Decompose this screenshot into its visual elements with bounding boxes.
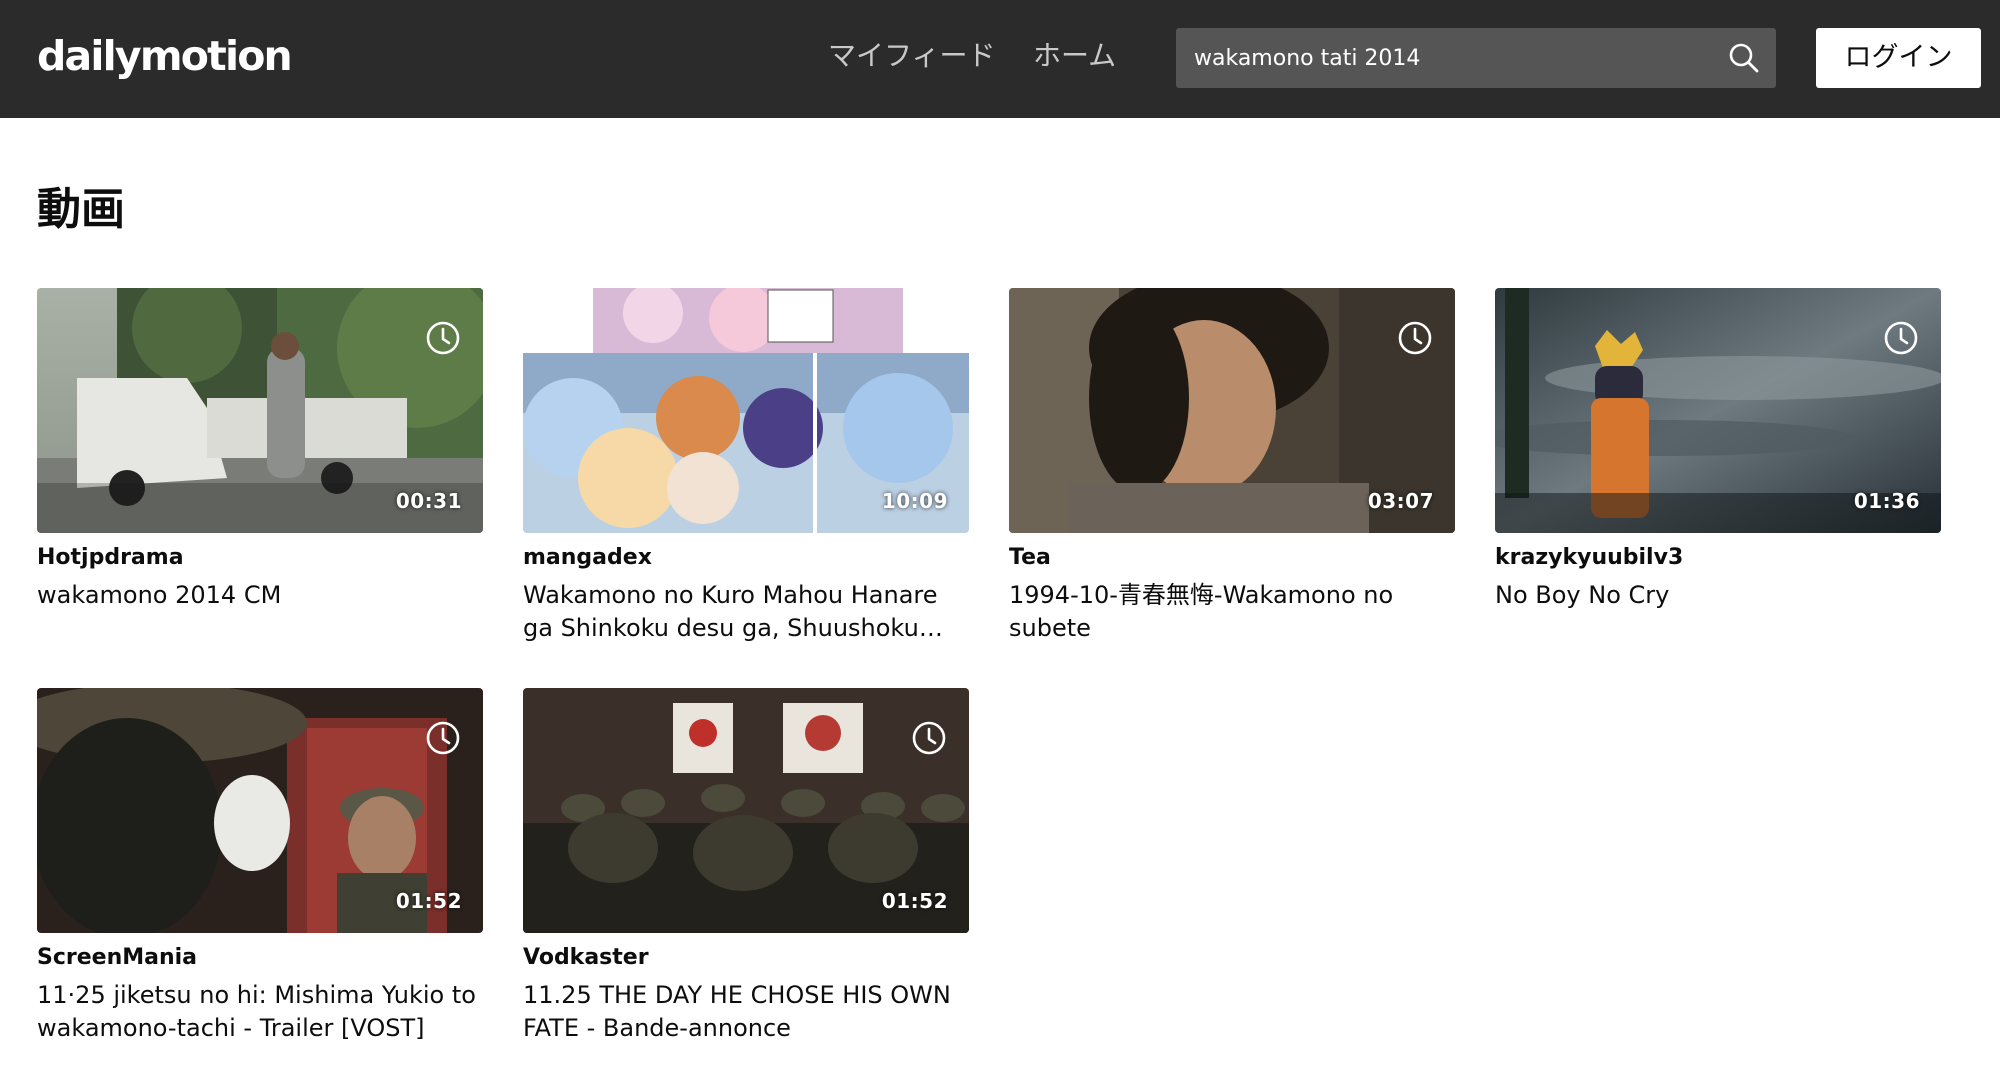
clock-icon[interactable] [1397, 320, 1433, 356]
video-thumbnail[interactable]: 10:09 [523, 288, 969, 533]
video-thumbnail[interactable]: 01:36 [1495, 288, 1941, 533]
channel-name[interactable]: krazykyuubilv3 [1495, 543, 1941, 573]
channel-name[interactable]: Tea [1009, 543, 1455, 573]
video-card[interactable]: 00:31 Hotjpdrama wakamono 2014 CM [37, 288, 483, 612]
video-thumbnail[interactable]: 01:52 [523, 688, 969, 933]
login-button[interactable]: ログイン [1816, 28, 1981, 88]
clock-icon[interactable] [911, 720, 947, 756]
duration-badge: 00:31 [395, 489, 462, 513]
video-title[interactable]: 11·25 jiketsu no hi: Mishima Yukio to wa… [37, 979, 483, 1045]
video-title[interactable]: 11.25 THE DAY HE CHOSE HIS OWN FATE - Ba… [523, 979, 969, 1045]
channel-name[interactable]: mangadex [523, 543, 969, 573]
channel-name[interactable]: Hotjpdrama [37, 543, 483, 573]
clock-icon[interactable] [1883, 320, 1919, 356]
video-card[interactable]: 10:09 mangadex Wakamono no Kuro Mahou Ha… [523, 288, 969, 645]
video-title[interactable]: Wakamono no Kuro Mahou Hanare ga Shinkok… [523, 579, 969, 645]
video-thumbnail[interactable]: 00:31 [37, 288, 483, 533]
duration-badge: 01:52 [881, 889, 948, 913]
search-icon[interactable] [1726, 40, 1762, 76]
dailymotion-logo[interactable]: dailymotion [37, 30, 293, 82]
video-title[interactable]: No Boy No Cry [1495, 579, 1941, 612]
video-card[interactable]: 01:52 ScreenMania 11·25 jiketsu no hi: M… [37, 688, 483, 1045]
duration-badge: 01:36 [1853, 489, 1920, 513]
search-input[interactable] [1194, 38, 1714, 78]
search-box [1176, 28, 1776, 88]
clock-icon[interactable] [425, 720, 461, 756]
clock-icon[interactable] [425, 320, 461, 356]
channel-name[interactable]: Vodkaster [523, 943, 969, 973]
channel-name[interactable]: ScreenMania [37, 943, 483, 973]
video-card[interactable]: 01:36 krazykyuubilv3 No Boy No Cry [1495, 288, 1941, 612]
nav-my-feed[interactable]: マイフィード [828, 36, 995, 76]
duration-badge: 10:09 [881, 489, 948, 513]
duration-badge: 01:52 [395, 889, 462, 913]
top-bar: dailymotion マイフィード ホーム ログイン [0, 0, 2000, 118]
nav-home[interactable]: ホーム [1033, 36, 1116, 76]
section-title-videos: 動画 [37, 184, 125, 235]
video-title[interactable]: 1994-10-青春無悔-Wakamono no subete [1009, 579, 1455, 645]
duration-badge: 03:07 [1367, 489, 1434, 513]
video-title[interactable]: wakamono 2014 CM [37, 579, 483, 612]
video-thumbnail[interactable]: 03:07 [1009, 288, 1455, 533]
video-card[interactable]: 01:52 Vodkaster 11.25 THE DAY HE CHOSE H… [523, 688, 969, 1045]
video-card[interactable]: 03:07 Tea 1994-10-青春無悔-Wakamono no subet… [1009, 288, 1455, 645]
video-thumbnail[interactable]: 01:52 [37, 688, 483, 933]
